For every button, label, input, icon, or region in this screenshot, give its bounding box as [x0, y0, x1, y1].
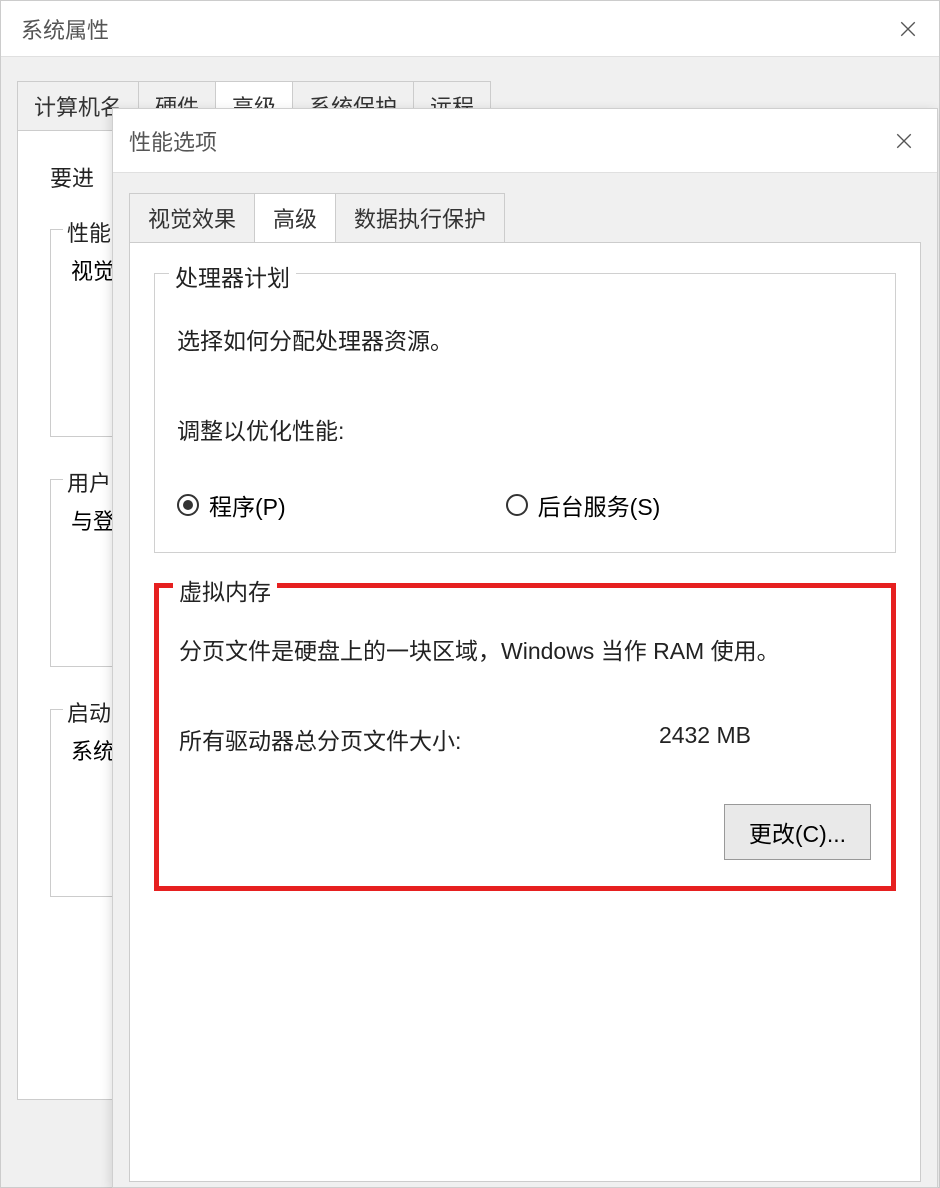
radio-services-label: 后台服务(S)	[538, 488, 661, 522]
radio-programs-label: 程序(P)	[209, 488, 286, 522]
radio-programs[interactable]: 程序(P)	[177, 488, 286, 522]
radio-background-services[interactable]: 后台服务(S)	[506, 488, 661, 522]
performance-options-body: 处理器计划 选择如何分配处理器资源。 调整以优化性能: 程序(P) 后台服务(S…	[129, 242, 921, 1182]
virtual-memory-total-row: 所有驱动器总分页文件大小: 2432 MB	[179, 722, 871, 756]
virtual-memory-section: 虚拟内存 分页文件是硬盘上的一块区域，Windows 当作 RAM 使用。 所有…	[154, 583, 896, 891]
processor-scheduling-section: 处理器计划 选择如何分配处理器资源。 调整以优化性能: 程序(P) 后台服务(S…	[154, 273, 896, 553]
performance-options-titlebar: 性能选项	[113, 109, 937, 173]
bg-performance-legend: 性能	[63, 216, 115, 248]
tab-visual-effects[interactable]: 视觉效果	[129, 193, 255, 242]
system-properties-titlebar: 系统属性	[1, 1, 939, 57]
processor-scheduling-legend: 处理器计划	[169, 259, 296, 293]
virtual-memory-total-label: 所有驱动器总分页文件大小:	[179, 722, 461, 756]
tab-dep[interactable]: 数据执行保护	[335, 193, 505, 242]
system-properties-title: 系统属性	[21, 13, 109, 45]
tab-advanced[interactable]: 高级	[254, 193, 336, 242]
bg-startup-legend: 启动	[63, 696, 115, 728]
change-button[interactable]: 更改(C)...	[724, 804, 871, 860]
radio-icon	[177, 494, 199, 516]
virtual-memory-desc: 分页文件是硬盘上的一块区域，Windows 当作 RAM 使用。	[179, 632, 871, 666]
virtual-memory-total-value: 2432 MB	[659, 722, 751, 756]
processor-scheduling-desc: 选择如何分配处理器资源。	[177, 322, 873, 356]
radio-icon	[506, 494, 528, 516]
performance-options-window: 性能选项 视觉效果 高级 数据执行保护 处理器计划 选择如何分配处理器资源。 调…	[112, 108, 938, 1188]
close-icon[interactable]	[885, 11, 931, 47]
virtual-memory-button-row: 更改(C)...	[179, 804, 871, 860]
bg-user-legend: 用户	[63, 466, 115, 498]
optimize-radio-group: 程序(P) 后台服务(S)	[177, 488, 873, 522]
optimize-label: 调整以优化性能:	[177, 412, 873, 446]
performance-options-title: 性能选项	[129, 125, 217, 157]
close-icon[interactable]	[881, 123, 927, 159]
performance-options-tabs: 视觉效果 高级 数据执行保护	[113, 193, 937, 242]
virtual-memory-legend: 虚拟内存	[173, 573, 277, 607]
